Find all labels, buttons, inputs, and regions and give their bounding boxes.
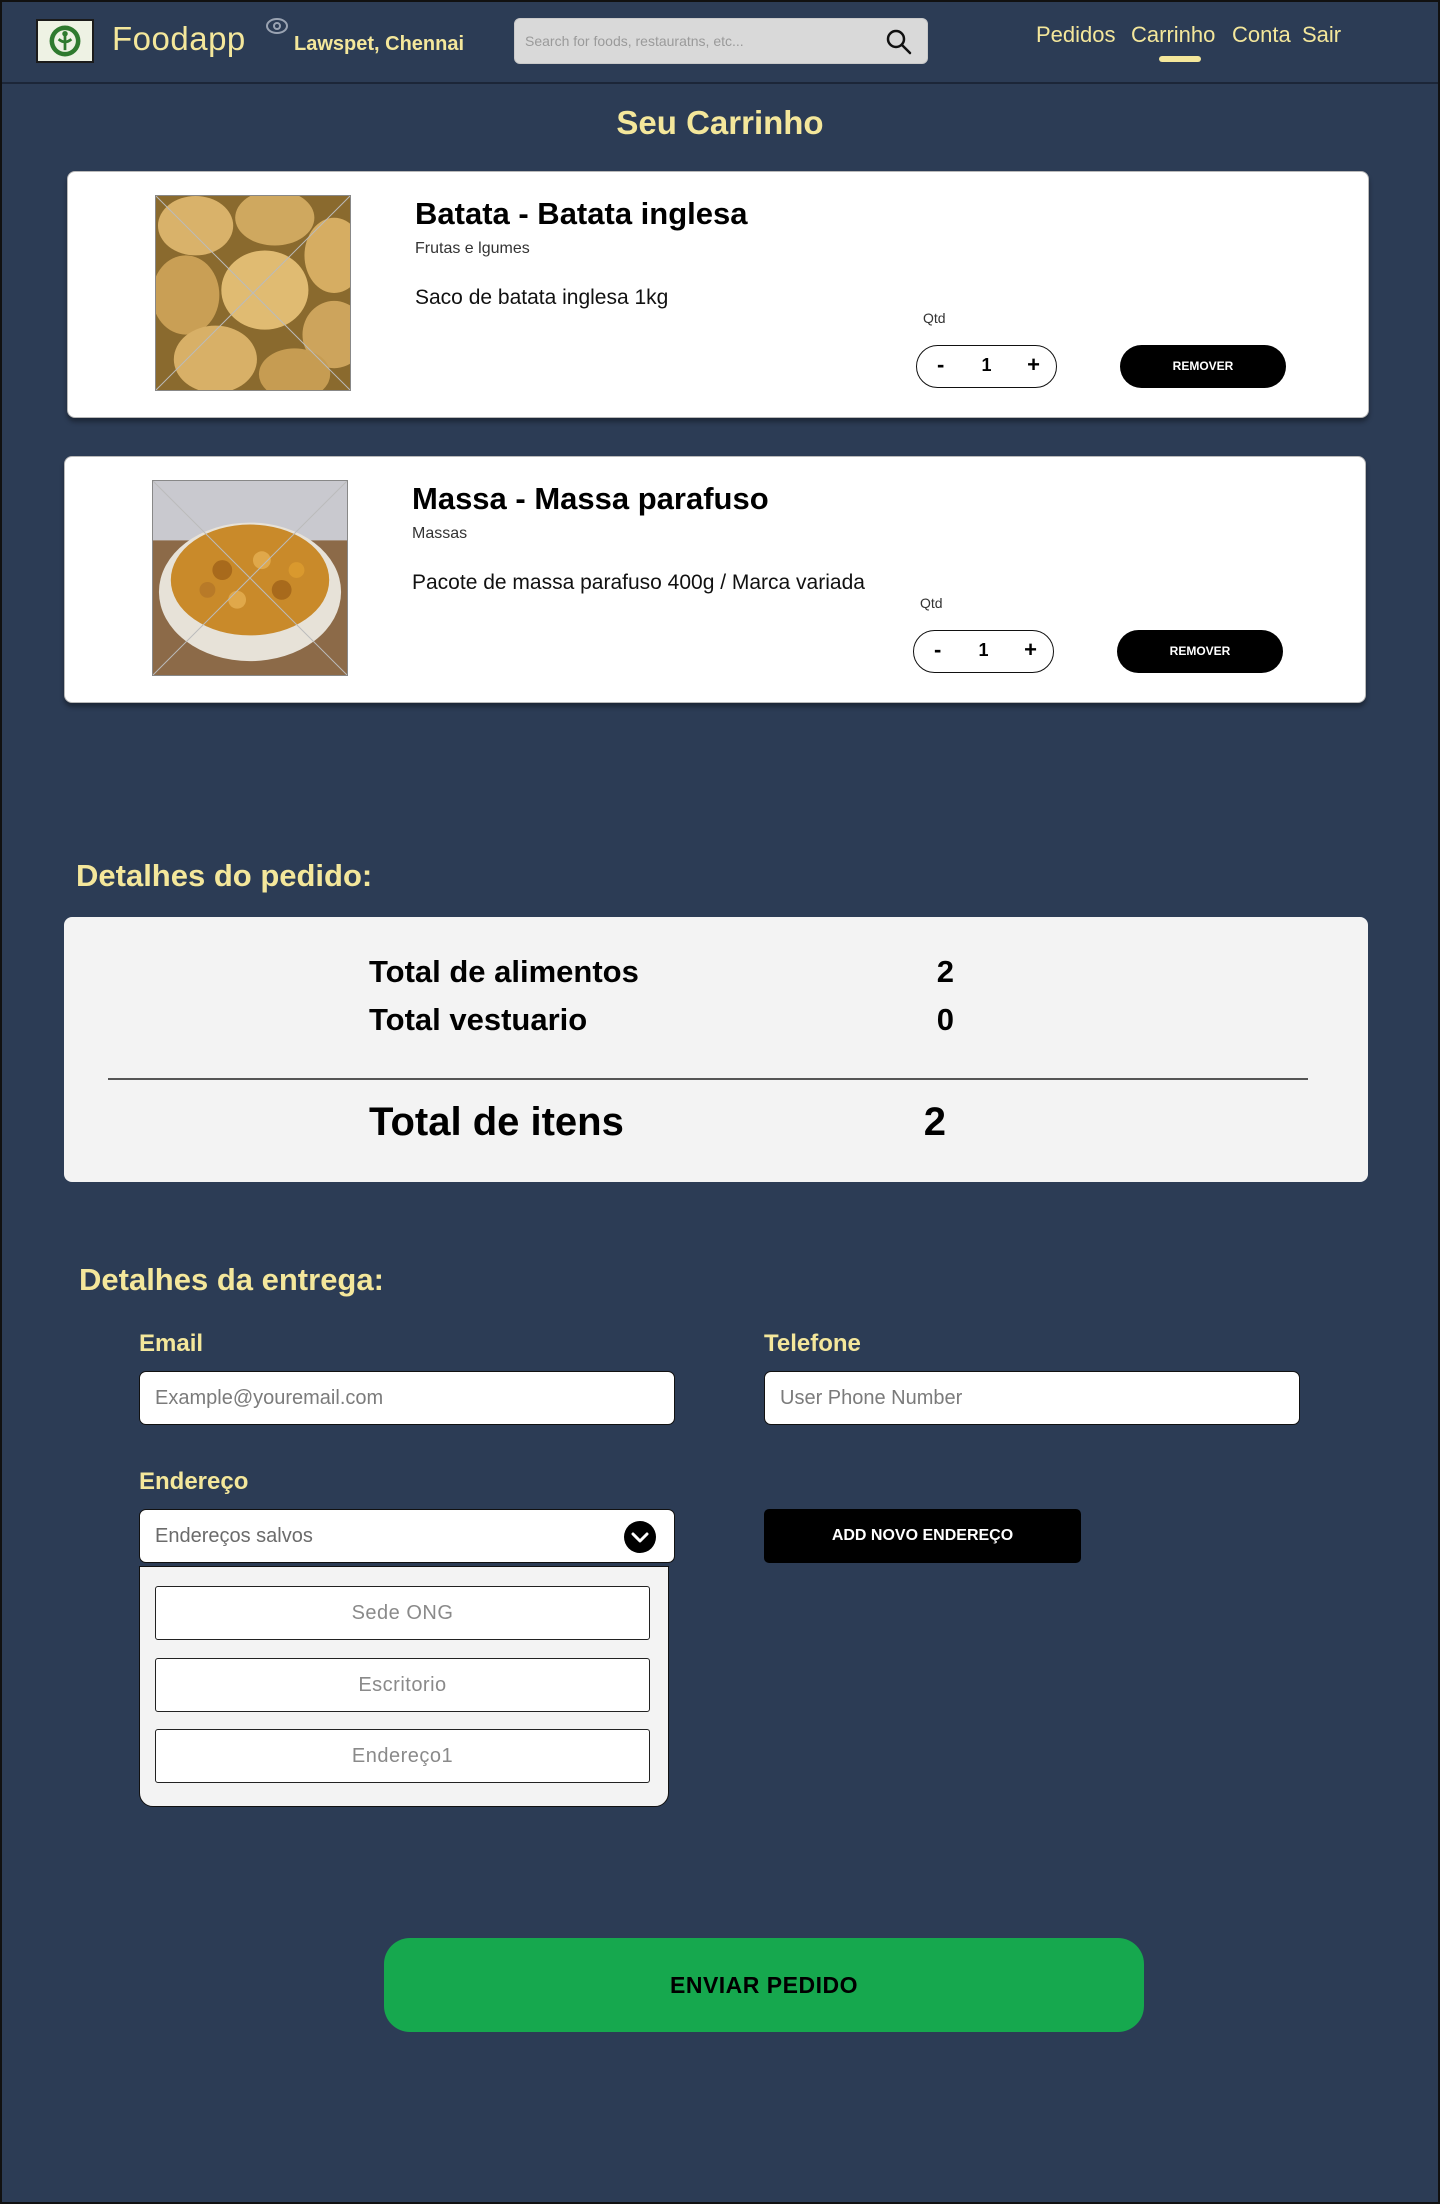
product-image-potato [155, 195, 351, 391]
active-nav-indicator [1159, 56, 1201, 62]
page-title: Seu Carrinho [616, 104, 824, 141]
search-icon[interactable] [885, 28, 913, 56]
top-bar: Foodapp Lawspet, Chennai Pedidos Carrinh… [0, 0, 1440, 84]
item-description: Pacote de massa parafuso 400g / Marca va… [412, 571, 865, 594]
nav-carrinho[interactable]: Carrinho [1131, 22, 1215, 48]
nav-conta[interactable]: Conta [1232, 22, 1291, 48]
address-option[interactable]: Endereço1 [155, 1729, 650, 1783]
chevron-down-icon[interactable] [624, 1521, 656, 1553]
logo-icon[interactable] [36, 19, 94, 63]
order-summary: Total de alimentos 2 Total vestuario 0 T… [64, 917, 1368, 1182]
total-label: Total de itens [369, 1100, 624, 1144]
summary-divider [108, 1078, 1308, 1080]
item-description: Saco de batata inglesa 1kg [415, 286, 669, 309]
remove-button[interactable]: REMOVER [1117, 630, 1283, 673]
increase-button[interactable]: + [1024, 637, 1037, 663]
cart-item-card: Massa - Massa parafuso Massas Pacote de … [64, 456, 1366, 703]
summary-value-clothing: 0 [936, 1002, 954, 1037]
quantity-stepper: - 1 + [913, 630, 1054, 673]
submit-order-button[interactable]: ENVIAR PEDIDO [384, 1938, 1144, 2032]
order-details-title: Detalhes do pedido: [76, 858, 373, 893]
item-category: Massas [412, 525, 468, 542]
address-select[interactable]: Endereços salvos [139, 1509, 675, 1563]
summary-label-clothing: Total vestuario [369, 1002, 588, 1037]
nav-pedidos[interactable]: Pedidos [1036, 22, 1116, 48]
email-field[interactable] [139, 1371, 675, 1425]
item-title: Batata - Batata inglesa [415, 196, 748, 231]
item-title: Massa - Massa parafuso [412, 481, 769, 516]
brand-name[interactable]: Foodapp [112, 20, 246, 58]
add-address-button[interactable]: ADD NOVO ENDEREÇO [764, 1509, 1081, 1563]
address-label: Endereço [139, 1468, 249, 1495]
search-input[interactable] [525, 19, 865, 63]
remove-button[interactable]: REMOVER [1120, 345, 1286, 388]
address-select-value: Endereços salvos [155, 1525, 313, 1547]
qty-label: Qtd [923, 310, 946, 326]
search-bar [514, 18, 928, 64]
summary-value-food: 2 [936, 954, 954, 989]
qty-label: Qtd [920, 595, 943, 611]
nav-sair[interactable]: Sair [1302, 22, 1341, 48]
phone-field[interactable] [764, 1371, 1300, 1425]
increase-button[interactable]: + [1027, 352, 1040, 378]
address-dropdown: Sede ONG Escritorio Endereço1 [139, 1566, 669, 1807]
phone-label: Telefone [764, 1330, 861, 1357]
email-label: Email [139, 1330, 204, 1357]
location-icon[interactable] [264, 16, 290, 36]
quantity-stepper: - 1 + [916, 345, 1057, 388]
product-image-pasta [152, 480, 348, 676]
item-category: Frutas e lgumes [415, 240, 530, 257]
delivery-details-title: Detalhes da entrega: [79, 1262, 384, 1297]
total-value: 2 [923, 1100, 946, 1144]
summary-label-food: Total de alimentos [369, 954, 639, 989]
address-option[interactable]: Escritorio [155, 1658, 650, 1712]
cart-item-card: Batata - Batata inglesa Frutas e lgumes … [67, 171, 1369, 418]
location-text[interactable]: Lawspet, Chennai [294, 33, 464, 56]
address-option[interactable]: Sede ONG [155, 1586, 650, 1640]
